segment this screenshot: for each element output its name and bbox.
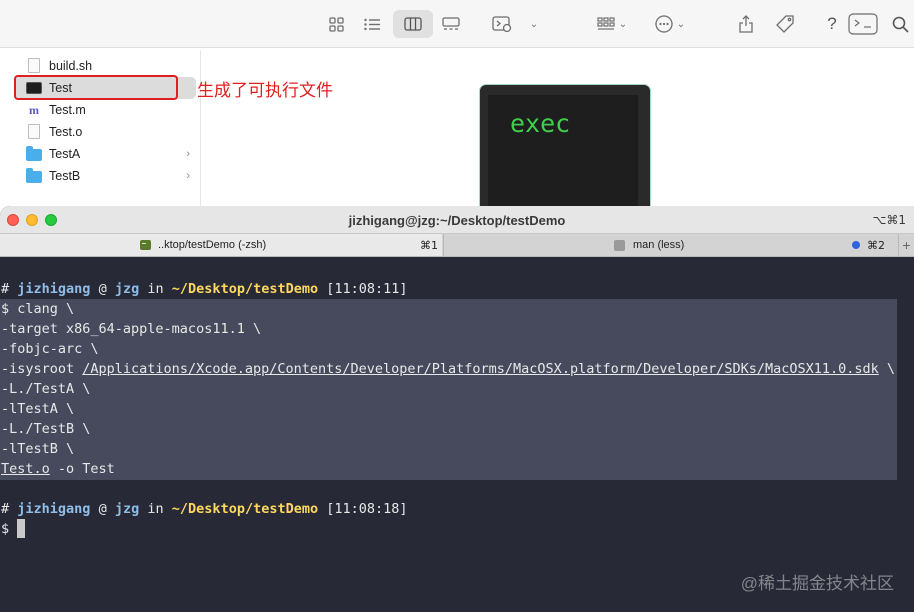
terminal-titlebar: jizhigang@jzg:~/Desktop/testDemo ⌥⌘1 — [0, 206, 914, 234]
activity-dot-icon — [852, 241, 860, 249]
terminal-tab-icon — [140, 240, 151, 250]
command-line: -lTestA \ — [1, 401, 75, 417]
tag-icon[interactable] — [773, 10, 797, 38]
input-file: Test.o — [1, 461, 50, 477]
file-name: Test.o — [49, 125, 83, 139]
window-shortcut: ⌥⌘1 — [872, 213, 906, 227]
icon-view-icon[interactable] — [324, 10, 348, 38]
finder-toolbar: ⌄ ⌄ ⌄ ? — [0, 0, 914, 48]
file-name: build.sh — [49, 59, 93, 73]
chevron-right-icon: › — [186, 148, 190, 160]
command-line: -isysroot /Applications/Xcode.app/Conten… — [1, 361, 896, 377]
command-line: -L./TestA \ — [1, 381, 91, 397]
file-row-test-m[interactable]: m Test.m — [14, 99, 196, 121]
file-row-test-o[interactable]: Test.o — [14, 121, 196, 143]
window-title: jizhigang@jzg:~/Desktop/testDemo — [348, 213, 566, 228]
command-line: -L./TestB \ — [1, 421, 91, 437]
tab-label: ..ktop/testDemo (-zsh) — [158, 239, 267, 251]
search-icon[interactable] — [890, 10, 910, 38]
prompt-time: [11:08:11] — [326, 281, 408, 297]
action-icon[interactable]: ⌄ — [650, 10, 690, 38]
terminal-icon[interactable] — [847, 10, 879, 38]
help-icon[interactable]: ? — [823, 10, 841, 38]
chevron-right-icon: › — [186, 170, 190, 182]
objc-file-icon: m — [29, 103, 39, 117]
gallery-view-icon[interactable] — [439, 10, 463, 38]
tab-zsh[interactable]: ..ktop/testDemo (-zsh) ⌘1 — [0, 234, 442, 256]
prompt-host: jzg — [114, 501, 140, 517]
new-tab-button[interactable]: + — [898, 234, 914, 256]
text-cursor — [17, 519, 25, 538]
command-line: $ clang \ — [1, 301, 75, 317]
folder-icon — [26, 168, 42, 184]
tab-man[interactable]: man (less) ⌘2 — [443, 234, 898, 256]
list-view-icon[interactable] — [360, 10, 384, 38]
folder-row-testb[interactable]: TestB › — [14, 165, 196, 187]
group-icon[interactable]: ⌄ — [592, 10, 632, 38]
terminal-output[interactable]: # jizhigang @ jzg in ~/Desktop/testDemo … — [0, 257, 914, 612]
sysroot-path: /Applications/Xcode.app/Contents/Develop… — [82, 361, 879, 377]
terminal-window: jizhigang@jzg:~/Desktop/testDemo ⌥⌘1 ..k… — [0, 206, 914, 612]
share-icon[interactable] — [736, 10, 756, 38]
prompt-path: ~/Desktop/testDemo — [171, 281, 319, 297]
prompt-user: jizhigang — [17, 281, 91, 297]
column-view-icon[interactable] — [393, 10, 433, 38]
prompt-time: [11:08:18] — [326, 501, 408, 517]
prompt-line: # jizhigang @ jzg in ~/Desktop/testDemo … — [1, 281, 408, 297]
preview-screen: exec — [488, 95, 638, 216]
file-row-build-sh[interactable]: build.sh — [14, 55, 196, 77]
command-line: -lTestB \ — [1, 441, 75, 457]
command-line: -fobjc-arc \ — [1, 341, 99, 357]
tab-shortcut: ⌘2 — [867, 238, 885, 252]
chevron-down-icon[interactable]: ⌄ — [524, 10, 540, 38]
input-prompt: $ — [1, 521, 10, 537]
document-icon — [26, 124, 42, 140]
quick-look-icon[interactable] — [482, 10, 522, 38]
tab-label: man (less) — [633, 239, 685, 251]
watermark: @稀土掘金技术社区 — [740, 574, 894, 593]
finder-window: ⌄ ⌄ ⌄ ? build.sh Test m Test.m Test.o Te… — [0, 0, 914, 216]
tab-bar: ..ktop/testDemo (-zsh) ⌘1 man (less) ⌘2 … — [0, 234, 914, 257]
tab-shortcut: ⌘1 — [420, 238, 438, 252]
prompt-line: # jizhigang @ jzg in ~/Desktop/testDemo … — [1, 501, 408, 517]
annotation-text: 生成了可执行文件 — [197, 81, 333, 100]
prompt-host: jzg — [114, 281, 140, 297]
prompt-path: ~/Desktop/testDemo — [171, 501, 319, 517]
command-line: -target x86_64-apple-macos11.1 \ — [1, 321, 262, 337]
prompt-user: jizhigang — [17, 501, 91, 517]
folder-name: TestA — [49, 147, 81, 161]
file-preview: exec — [479, 84, 651, 216]
folder-icon — [26, 146, 42, 162]
file-name: Test.m — [49, 103, 86, 117]
annotation-highlight-box — [14, 75, 178, 100]
search-icon — [614, 239, 625, 251]
folder-name: TestB — [49, 169, 81, 183]
document-icon — [26, 58, 42, 74]
folder-row-testa[interactable]: TestA › — [14, 143, 196, 165]
preview-label: exec — [510, 109, 571, 138]
command-line: Test.o -o Test — [1, 461, 115, 477]
